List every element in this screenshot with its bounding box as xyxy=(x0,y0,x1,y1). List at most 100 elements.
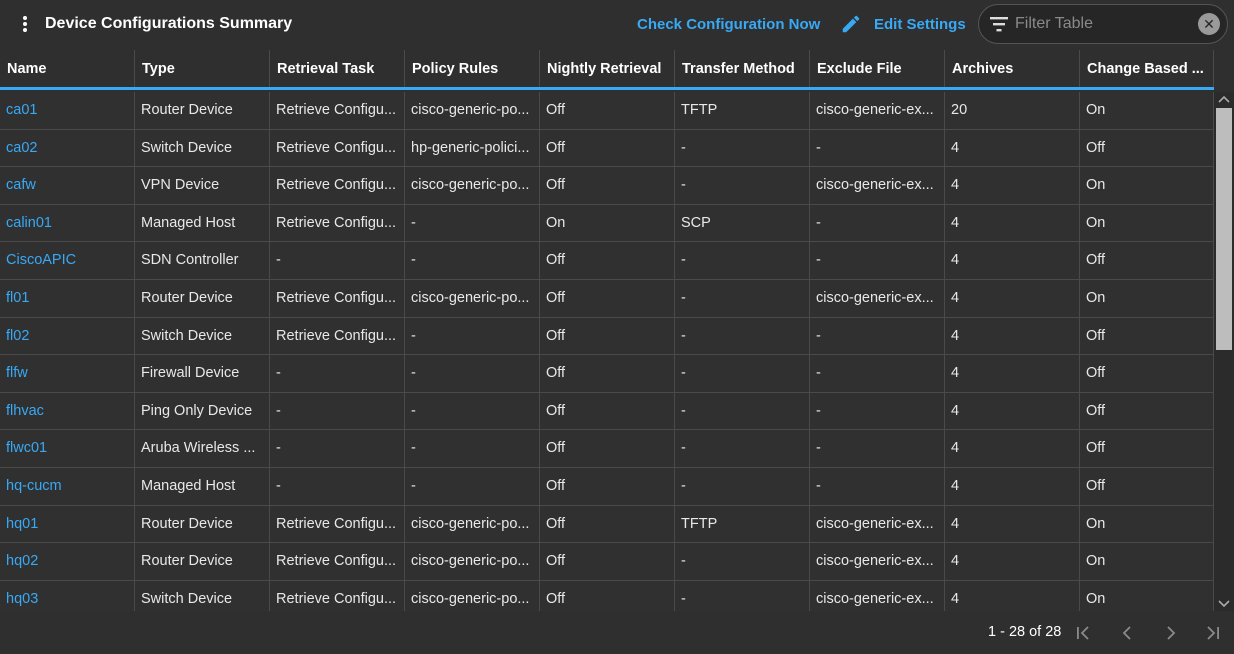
cell-change-based: Off xyxy=(1080,242,1214,279)
pencil-icon[interactable] xyxy=(840,13,862,35)
scroll-down-arrow-icon[interactable] xyxy=(1214,595,1234,611)
table-row[interactable]: hq-cucm Managed Host - - Off - -4 Off xyxy=(0,468,1214,506)
cell-nightly-retrieval: Off xyxy=(540,280,675,317)
menu-dots-icon[interactable] xyxy=(16,14,34,36)
cell-archives: 4 xyxy=(945,317,1080,355)
cell-retrieval-task: - xyxy=(270,355,405,392)
top-toolbar: Device Configurations Summary Check Conf… xyxy=(0,0,1234,50)
cell-type: Managed Host xyxy=(135,468,270,505)
cell-policy-rules: cisco-generic-po... xyxy=(405,167,540,204)
column-header-type[interactable]: Type xyxy=(135,50,270,87)
cell-nightly-retrieval: Off xyxy=(540,580,675,611)
cell-change-based: On xyxy=(1080,505,1214,543)
device-name-link[interactable]: ca02 xyxy=(0,129,135,167)
table-row[interactable]: fl01 Router Device Retrieve Configu... cisc… xyxy=(0,280,1214,318)
cell-archives: 4 xyxy=(945,242,1080,279)
column-header-policy-rules[interactable]: Policy Rules xyxy=(405,50,540,87)
device-name-link[interactable]: ca01 xyxy=(0,92,135,129)
table-row[interactable]: hq03 Switch Device Retrieve Configu... cisc… xyxy=(0,580,1214,611)
column-header-retrieval-task[interactable]: Retrieval Task xyxy=(270,50,405,87)
previous-page-icon[interactable] xyxy=(1115,621,1139,645)
table-row[interactable]: calin01 Managed Host Retrieve Configu... - O… xyxy=(0,204,1214,243)
cell-type: Firewall Device xyxy=(135,355,270,392)
scroll-up-arrow-icon[interactable] xyxy=(1214,92,1234,108)
cell-change-based: On xyxy=(1080,580,1214,611)
device-name-link[interactable]: hq02 xyxy=(0,543,135,580)
cell-transfer-method: - xyxy=(675,317,810,355)
device-name-link[interactable]: flwc01 xyxy=(0,430,135,467)
device-name-link[interactable]: hq-cucm xyxy=(0,468,135,505)
cell-type: Switch Device xyxy=(135,317,270,355)
cell-archives: 4 xyxy=(945,280,1080,317)
device-name-link[interactable]: cafw xyxy=(0,167,135,204)
device-name-link[interactable]: CiscoAPIC xyxy=(0,242,135,279)
column-header-change-based[interactable]: Change Based ... xyxy=(1080,50,1214,87)
cell-type: SDN Controller xyxy=(135,242,270,279)
cell-archives: 20 xyxy=(945,92,1080,129)
page-title: Device Configurations Summary xyxy=(45,15,293,32)
device-name-link[interactable]: flfw xyxy=(0,355,135,392)
cell-policy-rules: - xyxy=(405,355,540,392)
column-header-name[interactable]: Name xyxy=(0,50,135,87)
filter-table-input[interactable] xyxy=(1015,13,1185,35)
last-page-icon[interactable] xyxy=(1201,621,1225,645)
cell-transfer-method: - xyxy=(675,468,810,505)
table-row[interactable]: ca01 Router Device Retrieve Configu... cisc… xyxy=(0,92,1214,130)
cell-type: VPN Device xyxy=(135,167,270,204)
check-configuration-now-button[interactable]: Check Configuration Now xyxy=(637,16,820,33)
cell-exclude-file: - xyxy=(810,430,945,467)
cell-archives: 4 xyxy=(945,167,1080,204)
table-row[interactable]: flhvac Ping Only Device - - Off - -4 Off xyxy=(0,392,1214,431)
table-row[interactable]: hq02 Router Device Retrieve Configu... cisc… xyxy=(0,543,1214,581)
clear-filter-icon[interactable]: ✕ xyxy=(1198,13,1220,35)
vertical-scrollbar[interactable] xyxy=(1214,92,1234,611)
cell-policy-rules: cisco-generic-po... xyxy=(405,505,540,543)
cell-transfer-method: TFTP xyxy=(675,92,810,129)
column-header-archives[interactable]: Archives xyxy=(945,50,1080,87)
cell-transfer-method: - xyxy=(675,392,810,430)
table-row[interactable]: flwc01 Aruba Wireless ... - - Off - -4 Off xyxy=(0,430,1214,468)
scrollbar-thumb[interactable] xyxy=(1216,108,1232,350)
column-header-exclude-file[interactable]: Exclude File xyxy=(810,50,945,87)
cell-retrieval-task: Retrieve Configu... xyxy=(270,317,405,355)
cell-change-based: Off xyxy=(1080,392,1214,430)
cell-change-based: Off xyxy=(1080,430,1214,467)
cell-nightly-retrieval: Off xyxy=(540,468,675,505)
cell-exclude-file: cisco-generic-ex... xyxy=(810,92,945,129)
cell-exclude-file: - xyxy=(810,129,945,167)
cell-archives: 4 xyxy=(945,543,1080,580)
table-row[interactable]: hq01 Router Device Retrieve Configu... cisc… xyxy=(0,505,1214,544)
cell-policy-rules: cisco-generic-po... xyxy=(405,580,540,611)
cell-nightly-retrieval: Off xyxy=(540,317,675,355)
device-name-link[interactable]: calin01 xyxy=(0,204,135,242)
cell-change-based: On xyxy=(1080,92,1214,129)
cell-nightly-retrieval: Off xyxy=(540,392,675,430)
cell-exclude-file: cisco-generic-ex... xyxy=(810,167,945,204)
cell-exclude-file: cisco-generic-ex... xyxy=(810,280,945,317)
cell-change-based: On xyxy=(1080,280,1214,317)
cell-type: Router Device xyxy=(135,92,270,129)
device-name-link[interactable]: fl02 xyxy=(0,317,135,355)
table-row[interactable]: cafw VPN Device Retrieve Configu... cisco-g… xyxy=(0,167,1214,205)
cell-policy-rules: - xyxy=(405,468,540,505)
cell-retrieval-task: Retrieve Configu... xyxy=(270,543,405,580)
edit-settings-button[interactable]: Edit Settings xyxy=(874,16,966,33)
device-name-link[interactable]: flhvac xyxy=(0,392,135,430)
column-header-transfer-method[interactable]: Transfer Method xyxy=(675,50,810,87)
table-row[interactable]: flfw Firewall Device - - Off - -4 Off xyxy=(0,355,1214,393)
device-name-link[interactable]: hq03 xyxy=(0,580,135,611)
cell-policy-rules: - xyxy=(405,430,540,467)
cell-change-based: Off xyxy=(1080,355,1214,392)
next-page-icon[interactable] xyxy=(1159,621,1183,645)
table-row[interactable]: ca02 Switch Device Retrieve Configu... hp-g… xyxy=(0,129,1214,168)
column-header-nightly-retrieval[interactable]: Nightly Retrieval xyxy=(540,50,675,87)
cell-retrieval-task: Retrieve Configu... xyxy=(270,167,405,204)
table-row[interactable]: fl02 Switch Device Retrieve Configu... - Off… xyxy=(0,317,1214,356)
device-name-link[interactable]: fl01 xyxy=(0,280,135,317)
table-row[interactable]: CiscoAPIC SDN Controller - - Off - -4 Off xyxy=(0,242,1214,280)
first-page-icon[interactable] xyxy=(1071,621,1095,645)
table-body: ca01 Router Device Retrieve Configu... cisc… xyxy=(0,92,1214,611)
cell-policy-rules: cisco-generic-po... xyxy=(405,92,540,129)
cell-nightly-retrieval: Off xyxy=(540,355,675,392)
device-name-link[interactable]: hq01 xyxy=(0,505,135,543)
